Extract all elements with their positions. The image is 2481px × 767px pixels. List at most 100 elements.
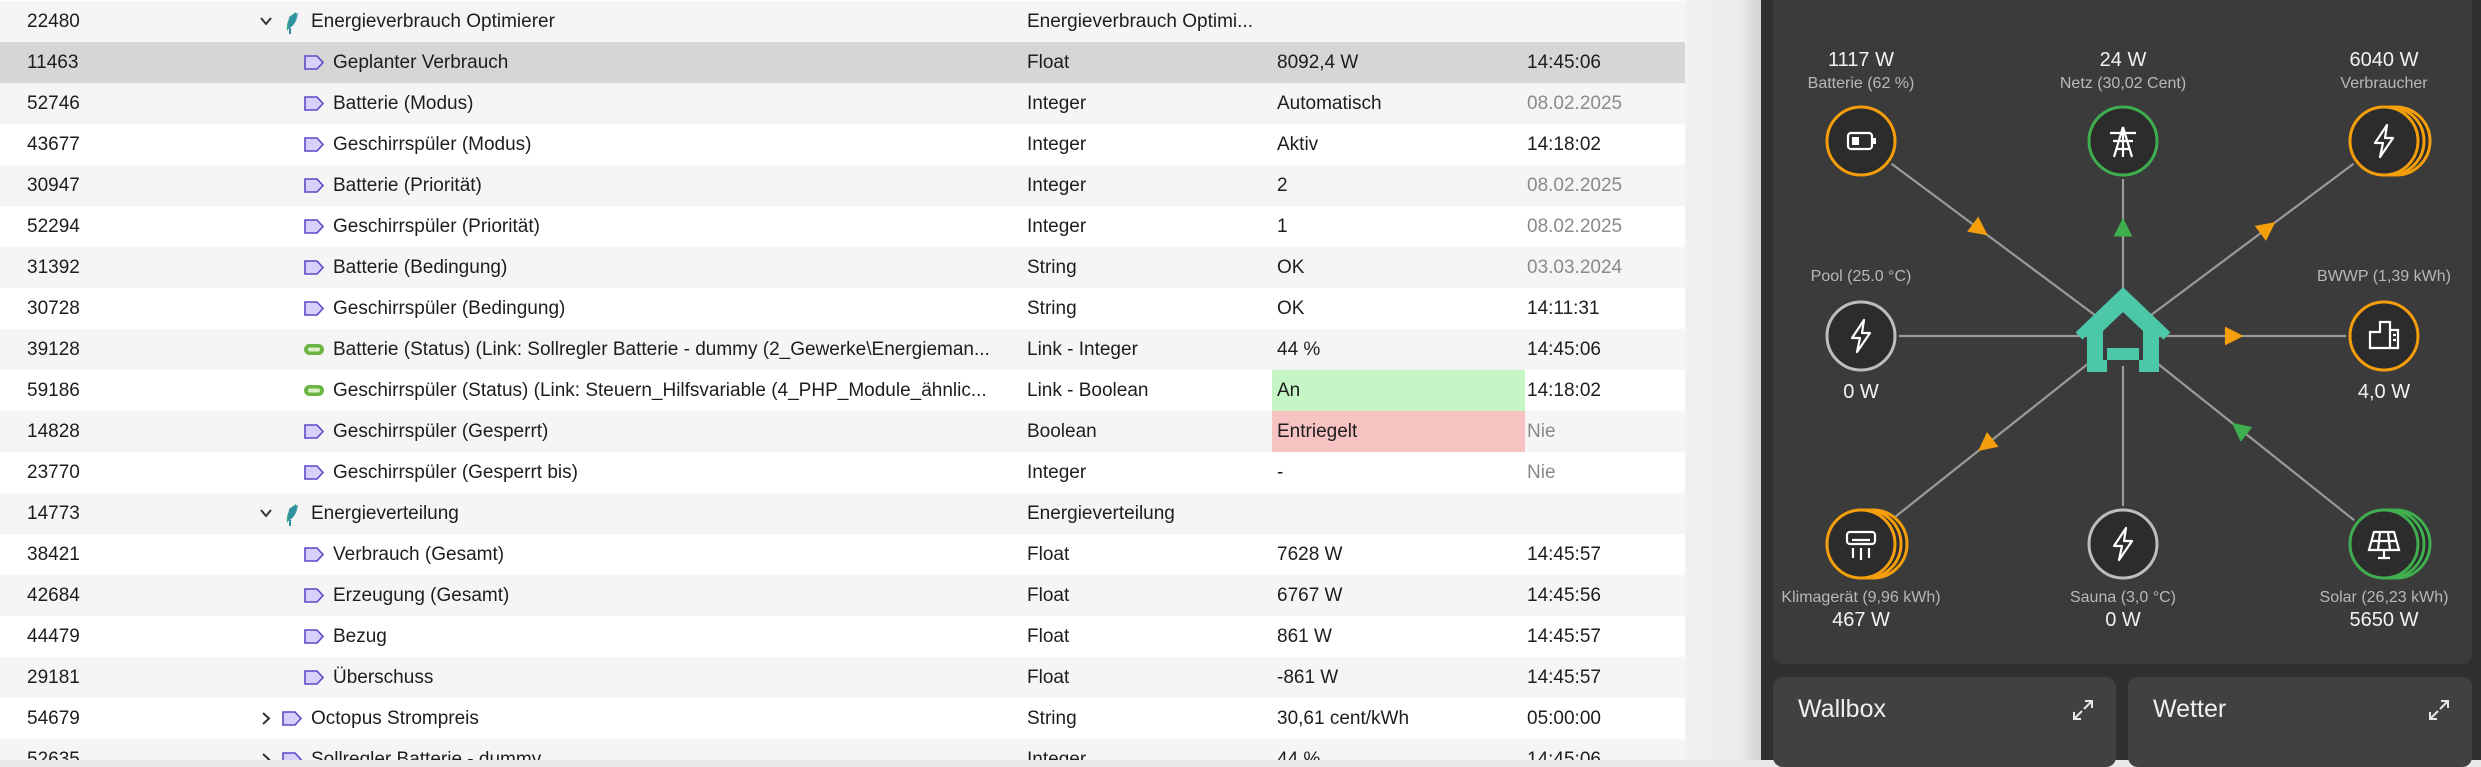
- table-row[interactable]: 23770 Geschirrspüler (Gesperrt bis) Intege…: [0, 452, 1685, 493]
- object-id: 30947: [27, 175, 80, 196]
- object-name: Geschirrspüler (Priorität): [333, 216, 540, 237]
- sauna-value: 0 W: [2105, 609, 2141, 631]
- last-updated: 14:11:31: [1527, 298, 1600, 319]
- object-type: Integer: [1027, 749, 1087, 760]
- flow-arrow: [1978, 432, 1999, 451]
- last-updated: 08.02.2025: [1527, 175, 1623, 196]
- aircon-value: 467 W: [1832, 609, 1890, 631]
- object-id: 39128: [27, 339, 80, 360]
- object-value: 44 %: [1277, 749, 1321, 760]
- object-type: String: [1027, 257, 1077, 278]
- wallbox-tile[interactable]: Wallbox: [1773, 677, 2116, 767]
- pool-node: [1825, 300, 1897, 372]
- object-type: Energieverbrauch Optimi...: [1027, 11, 1253, 32]
- flow-line: [2145, 353, 2355, 522]
- table-row[interactable]: 30728 Geschirrspüler (Bedingung) String OK 1…: [0, 288, 1685, 329]
- table-row[interactable]: 22480 Energieverbrauch Optimierer Energiev…: [0, 1, 1685, 42]
- flow-arrow: [2231, 422, 2253, 442]
- table-row[interactable]: 30947 Batterie (Priorität) Integer 2 08.02.2…: [0, 165, 1685, 206]
- object-name: Bezug: [333, 626, 387, 647]
- expand-icon[interactable]: [2072, 699, 2094, 721]
- flow-line: [1890, 162, 2100, 319]
- object-id: 52635: [27, 749, 80, 760]
- table-row[interactable]: 14828 Geschirrspüler (Gesperrt) Boolean Ent…: [0, 411, 1685, 452]
- object-value: -: [1277, 462, 1284, 483]
- table-row[interactable]: 31392 Batterie (Bedingung) String OK 03.03.2…: [0, 247, 1685, 288]
- flow-line: [1890, 353, 2101, 522]
- object-id: 54679: [27, 708, 80, 729]
- chevron-right-icon[interactable]: [258, 739, 274, 760]
- object-name: Überschuss: [333, 667, 434, 688]
- table-row[interactable]: 39128 Batterie (Status) (Link: Sollregler…: [0, 329, 1685, 370]
- variable-tag-icon: [304, 670, 325, 685]
- last-updated: Nie: [1527, 462, 1556, 483]
- variable-tag-icon: [304, 301, 325, 316]
- table-row[interactable]: 44479 Bezug Float 861 W 14:45:57: [0, 616, 1685, 657]
- bwwp-node: [2348, 300, 2420, 372]
- table-row[interactable]: 43677 Geschirrspüler (Modus) Integer Aktiv 1…: [0, 124, 1685, 165]
- table-row[interactable]: 52294 Geschirrspüler (Priorität) Integer 1 0…: [0, 206, 1685, 247]
- object-id: 38421: [27, 544, 80, 565]
- plug-leaf-icon: [286, 12, 298, 34]
- flow-arrow: [2254, 222, 2276, 241]
- table-row[interactable]: 52635 Sollregler Batterie - dummy Integer 4…: [0, 739, 1685, 760]
- table-row[interactable]: 14773 Energieverteilung Energieverteilung: [0, 493, 1685, 534]
- sauna-node: [2087, 508, 2159, 580]
- table-row[interactable]: 52746 Batterie (Modus) Integer Automatisch 0…: [0, 83, 1685, 124]
- object-type: Float: [1027, 544, 1070, 565]
- table-row[interactable]: 42684 Erzeugung (Gesamt) Float 6767 W 14:45:…: [0, 575, 1685, 616]
- object-type: String: [1027, 298, 1077, 319]
- object-name: Geschirrspüler (Status) (Link: Steuern_H…: [333, 380, 987, 401]
- variable-tag-icon: [304, 424, 325, 439]
- variable-tag-icon: [304, 55, 325, 70]
- table-row[interactable]: 11463 Geplanter Verbrauch Float 8092,4 W 14:…: [0, 42, 1685, 83]
- table-row[interactable]: 38421 Verbrauch (Gesamt) Float 7628 W 14:45:…: [0, 534, 1685, 575]
- pane-divider[interactable]: [1685, 0, 1761, 760]
- object-value: 7628 W: [1277, 544, 1343, 565]
- solar-label: Solar (26,23 kWh): [2320, 589, 2449, 606]
- flow-arrow: [2113, 217, 2133, 237]
- object-name: Batterie (Bedingung): [333, 257, 508, 278]
- variable-tag-icon: [304, 219, 325, 234]
- object-type: Boolean: [1027, 421, 1097, 442]
- variable-tag-icon: [304, 96, 325, 111]
- object-type: Float: [1027, 626, 1070, 647]
- object-value: An: [1272, 370, 1525, 411]
- object-name: Geschirrspüler (Modus): [333, 134, 532, 155]
- variable-tag-icon: [282, 711, 303, 726]
- object-id: 52294: [27, 216, 80, 237]
- object-value: [1272, 1, 1525, 42]
- object-type: Integer: [1027, 175, 1087, 196]
- object-id: 44479: [27, 626, 80, 647]
- object-value: 6767 W: [1277, 585, 1343, 606]
- last-updated: 14:45:06: [1527, 749, 1601, 760]
- flow-arrow: [1967, 216, 1988, 236]
- last-updated: 08.02.2025: [1527, 93, 1623, 114]
- object-name: Energieverbrauch Optimierer: [311, 11, 555, 32]
- object-name: Geschirrspüler (Bedingung): [333, 298, 566, 319]
- chevron-down-icon[interactable]: [258, 493, 274, 534]
- expand-icon[interactable]: [2428, 699, 2450, 721]
- last-updated: 14:45:06: [1527, 339, 1601, 360]
- table-row[interactable]: 59186 Geschirrspüler (Status) (Link: Steu…: [0, 370, 1685, 411]
- table-row[interactable]: 29181 Überschuss Float -861 W 14:45:57: [0, 657, 1685, 698]
- variable-tag-icon: [304, 260, 325, 275]
- consumer-label: Verbraucher: [2340, 75, 2428, 92]
- last-updated: Nie: [1527, 421, 1556, 442]
- aircon-label: Klimagerät (9,96 kWh): [1781, 589, 1940, 606]
- chevron-right-icon[interactable]: [258, 698, 274, 739]
- pool-label: Pool (25.0 °C): [1811, 268, 1912, 285]
- object-type: Float: [1027, 585, 1070, 606]
- object-name: Geschirrspüler (Gesperrt bis): [333, 462, 578, 483]
- variable-tag-icon: [282, 752, 303, 760]
- consumer-node: [2348, 105, 2420, 177]
- object-value: 44 %: [1277, 339, 1321, 360]
- weather-tile[interactable]: Wetter: [2128, 677, 2472, 767]
- last-updated: 14:45:57: [1527, 626, 1601, 647]
- solar-node: [2348, 508, 2420, 580]
- chevron-down-icon[interactable]: [258, 1, 274, 42]
- table-row[interactable]: 54679 Octopus Strompreis String 30,61 cent/…: [0, 698, 1685, 739]
- flow-line: [2146, 162, 2355, 319]
- object-type: Link - Integer: [1027, 339, 1138, 360]
- object-value: OK: [1277, 298, 1305, 319]
